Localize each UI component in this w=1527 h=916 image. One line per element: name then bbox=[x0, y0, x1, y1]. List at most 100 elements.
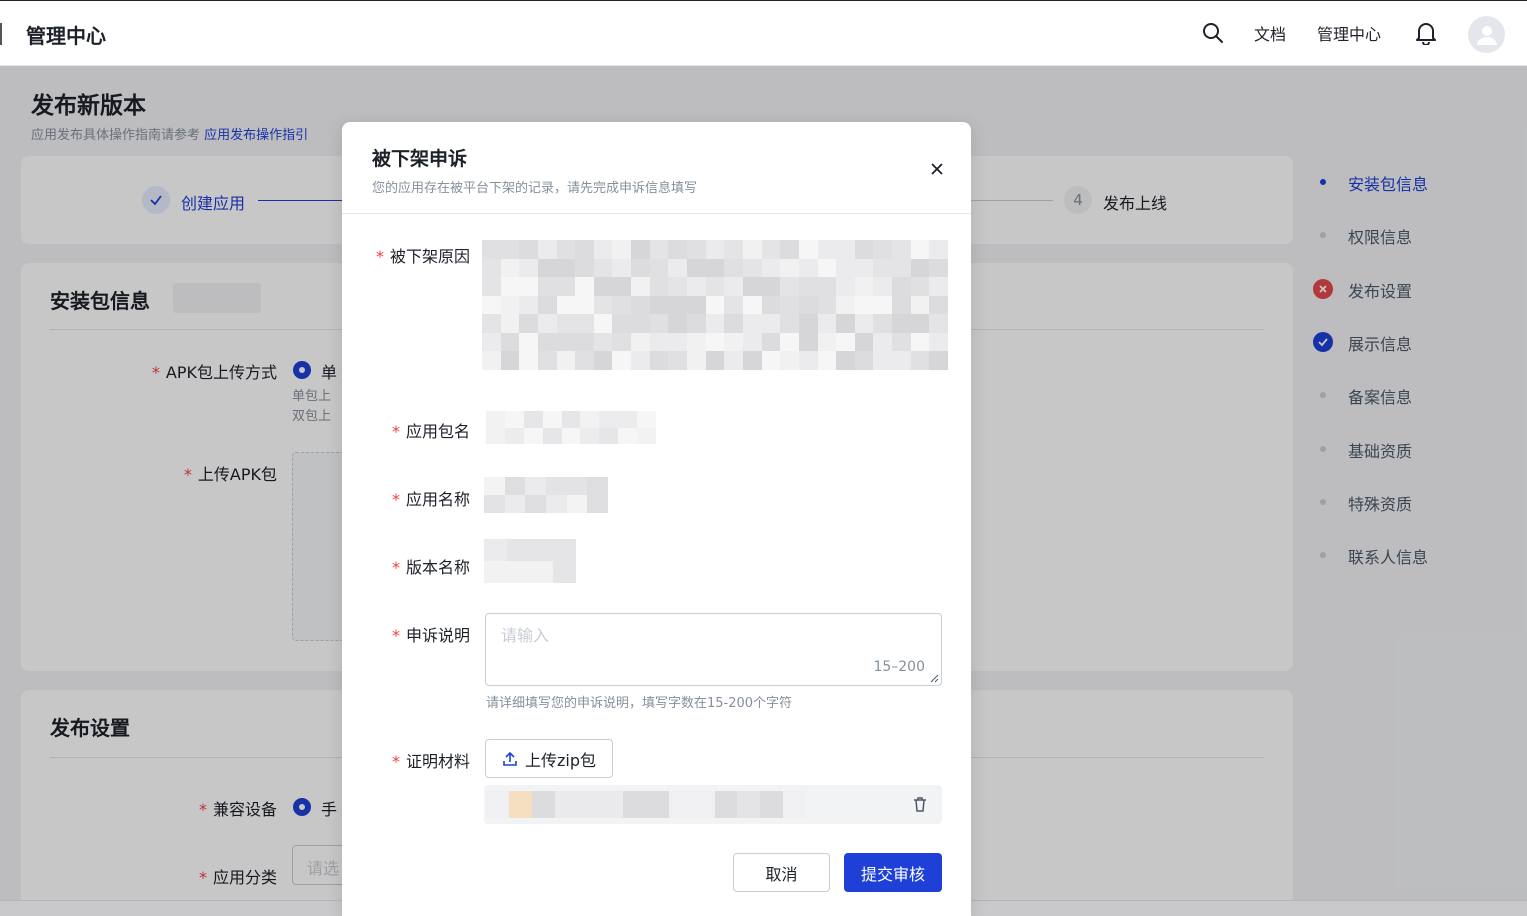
mosaic-cell bbox=[668, 295, 688, 315]
close-icon[interactable] bbox=[926, 158, 948, 180]
redacted-reason-text bbox=[482, 240, 948, 370]
mosaic-cell bbox=[507, 539, 530, 561]
mosaic-cell bbox=[873, 277, 893, 296]
mosaic-cell bbox=[631, 240, 650, 259]
mosaic-cell bbox=[742, 240, 762, 259]
nav-docs-link[interactable]: 文档 bbox=[1254, 21, 1286, 45]
mosaic-cell bbox=[649, 351, 669, 370]
mosaic-cell bbox=[612, 314, 632, 333]
mosaic-cell bbox=[504, 427, 524, 444]
mosaic-cell bbox=[817, 314, 837, 333]
mosaic-cell bbox=[929, 240, 948, 259]
mosaic-cell bbox=[593, 351, 613, 370]
nav-admin-link[interactable]: 管理中心 bbox=[1317, 21, 1381, 45]
mosaic-cell bbox=[724, 240, 743, 259]
mosaic-cell bbox=[575, 240, 594, 259]
mosaic-cell bbox=[714, 791, 738, 818]
mosaic-cell bbox=[929, 332, 948, 352]
mosaic-cell bbox=[668, 791, 692, 818]
mosaic-cell bbox=[836, 314, 855, 333]
mosaic-cell bbox=[668, 277, 688, 296]
appeal-textarea[interactable]: 请输入 15–200 bbox=[485, 613, 942, 686]
mosaic-cell bbox=[668, 351, 688, 370]
mosaic-cell bbox=[593, 277, 613, 296]
mosaic-cell bbox=[484, 495, 505, 513]
mosaic-cell bbox=[575, 351, 594, 370]
mosaic-cell bbox=[482, 332, 501, 352]
mosaic-cell bbox=[623, 791, 646, 818]
mosaic-cell bbox=[742, 314, 762, 333]
bell-icon[interactable] bbox=[1412, 19, 1440, 47]
mosaic-cell bbox=[556, 258, 576, 278]
mosaic-cell bbox=[530, 561, 553, 583]
mosaic-cell bbox=[687, 240, 706, 259]
upload-zip-button[interactable]: 上传zip包 bbox=[485, 739, 613, 778]
resize-grip-icon[interactable] bbox=[929, 673, 939, 683]
mosaic-cell bbox=[742, 277, 762, 296]
mosaic-cell bbox=[637, 411, 656, 428]
mosaic-cell bbox=[817, 351, 837, 370]
appeal-placeholder: 请输入 bbox=[501, 626, 550, 645]
mosaic-cell bbox=[525, 495, 546, 513]
mosaic-cell bbox=[612, 240, 632, 259]
mosaic-cell bbox=[910, 258, 930, 278]
mosaic-cell bbox=[780, 277, 799, 296]
mosaic-cell bbox=[618, 427, 638, 444]
mosaic-cell bbox=[798, 277, 818, 296]
mosaic-cell bbox=[542, 427, 562, 444]
mosaic-cell bbox=[724, 258, 743, 278]
mosaic-cell bbox=[631, 258, 650, 278]
mosaic-cell bbox=[575, 295, 594, 315]
mosaic-cell bbox=[892, 351, 911, 370]
appeal-hint: 请详细填写您的申诉说明，填写字数在15-200个字符 bbox=[486, 696, 793, 711]
avatar[interactable] bbox=[1468, 16, 1505, 53]
mosaic-cell bbox=[780, 351, 799, 370]
mosaic-cell bbox=[637, 427, 656, 444]
search-icon[interactable] bbox=[1199, 19, 1227, 47]
app-name-label: * 应用名称 bbox=[391, 490, 470, 509]
proof-label: * 证明材料 bbox=[391, 752, 470, 771]
mosaic-cell bbox=[761, 258, 781, 278]
mosaic-cell bbox=[519, 240, 538, 259]
mosaic-cell bbox=[631, 332, 650, 352]
mosaic-cell bbox=[873, 332, 893, 352]
trash-icon[interactable] bbox=[912, 796, 928, 817]
mosaic-cell bbox=[649, 314, 669, 333]
mosaic-cell bbox=[556, 351, 576, 370]
mosaic-cell bbox=[910, 332, 930, 352]
mosaic-cell bbox=[929, 314, 948, 333]
mosaic-cell bbox=[892, 240, 911, 259]
mosaic-cell bbox=[910, 295, 930, 315]
mosaic-cell bbox=[531, 791, 555, 818]
mosaic-cell bbox=[705, 332, 725, 352]
mosaic-cell bbox=[929, 295, 948, 315]
version-name-label: * 版本名称 bbox=[391, 558, 470, 577]
mosaic-cell bbox=[929, 258, 948, 278]
mosaic-cell bbox=[691, 791, 715, 818]
mosaic-cell bbox=[910, 240, 930, 259]
mosaic-cell bbox=[508, 791, 532, 818]
mosaic-cell bbox=[575, 258, 594, 278]
mosaic-cell bbox=[593, 240, 613, 259]
mosaic-cell bbox=[817, 277, 837, 296]
mosaic-cell bbox=[836, 332, 855, 352]
mosaic-cell bbox=[500, 240, 520, 259]
cancel-button[interactable]: 取消 bbox=[733, 853, 830, 892]
mosaic-cell bbox=[500, 332, 520, 352]
mosaic-cell bbox=[649, 258, 669, 278]
upload-icon bbox=[503, 751, 517, 766]
mosaic-cell bbox=[530, 539, 553, 561]
mosaic-cell bbox=[504, 495, 526, 513]
mosaic-cell bbox=[929, 351, 948, 370]
mosaic-cell bbox=[537, 295, 557, 315]
mosaic-cell bbox=[892, 277, 911, 296]
mosaic-cell bbox=[537, 314, 557, 333]
submit-review-button[interactable]: 提交审核 bbox=[844, 853, 942, 892]
mosaic-cell bbox=[482, 258, 501, 278]
mosaic-cell bbox=[724, 351, 743, 370]
mosaic-cell bbox=[854, 314, 874, 333]
mosaic-cell bbox=[873, 295, 893, 315]
mosaic-cell bbox=[507, 561, 530, 583]
mosaic-cell bbox=[612, 258, 632, 278]
mosaic-cell bbox=[836, 277, 855, 296]
